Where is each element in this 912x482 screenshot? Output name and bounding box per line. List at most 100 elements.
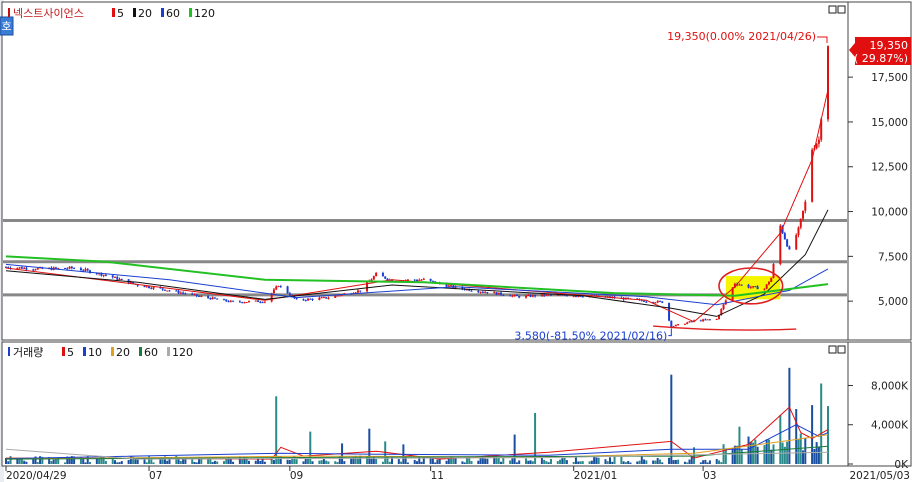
volume-bar xyxy=(350,458,353,464)
candle-body xyxy=(515,294,518,296)
candle-body xyxy=(765,284,768,289)
candle-body xyxy=(198,295,201,297)
volume-bar xyxy=(272,459,275,464)
volume-bar xyxy=(763,445,766,464)
volume-bar xyxy=(118,462,121,464)
volume-bar xyxy=(683,461,686,464)
candle-body xyxy=(534,295,537,297)
candle-body xyxy=(643,300,646,302)
candle-body xyxy=(320,297,323,299)
candle-body xyxy=(54,267,57,269)
volume-bar xyxy=(254,460,257,464)
candle-body xyxy=(168,290,171,292)
volume-bar xyxy=(82,459,85,464)
candle-body xyxy=(263,301,266,303)
volume-bar xyxy=(531,461,534,464)
volume-bar xyxy=(590,460,593,464)
volume-bar xyxy=(318,460,321,464)
volume-bar xyxy=(336,462,339,464)
volume-bar xyxy=(715,459,718,464)
volume-bar xyxy=(463,462,466,464)
candle-body xyxy=(670,320,673,328)
volume-bar xyxy=(211,462,214,464)
volume-bar xyxy=(325,460,328,464)
candle-body xyxy=(191,293,194,295)
current-price-label: 19,350 xyxy=(870,39,909,52)
volume-bar xyxy=(36,462,39,464)
candle-body xyxy=(84,269,87,271)
candle-body xyxy=(213,297,216,299)
volume-bar xyxy=(581,461,584,464)
candle-body xyxy=(356,290,359,293)
volume-legend-label: 60 xyxy=(144,346,158,359)
volume-bar xyxy=(640,456,643,464)
volume-bar xyxy=(406,462,409,464)
price-tick-label: 12,500 xyxy=(871,162,908,174)
volume-bar xyxy=(400,461,403,464)
volume-bar xyxy=(804,437,807,464)
candle-body xyxy=(381,272,384,277)
candle-body xyxy=(148,286,151,288)
volume-bar xyxy=(9,456,12,464)
volume-bar xyxy=(565,460,568,464)
candle-body xyxy=(495,292,498,295)
volume-bar xyxy=(64,462,67,464)
volume-bar xyxy=(559,459,562,464)
volume-legend-label: 5 xyxy=(67,346,74,359)
candle-body xyxy=(23,267,26,269)
candle-body xyxy=(338,295,341,297)
candle-body xyxy=(327,297,330,299)
volume-bar xyxy=(529,460,532,464)
volume-legend-label: 120 xyxy=(172,346,193,359)
candle-body xyxy=(817,139,820,144)
price-title-marker xyxy=(8,8,10,17)
candle-body xyxy=(799,218,802,228)
candle-body xyxy=(802,210,805,219)
candle-body xyxy=(18,267,21,269)
candle-body xyxy=(481,291,484,293)
candle-body xyxy=(241,302,244,304)
volume-bar xyxy=(574,456,577,464)
volume-bar xyxy=(484,458,487,464)
candle-body xyxy=(756,286,759,290)
price-tick-label: 17,500 xyxy=(871,72,908,84)
volume-bar xyxy=(624,462,627,464)
volume-legend-swatch xyxy=(111,347,114,356)
volume-bar xyxy=(627,460,630,464)
candle-body xyxy=(581,296,584,298)
volume-bar xyxy=(113,460,116,464)
volume-legend-label: 20 xyxy=(116,346,130,359)
candle-body xyxy=(788,246,791,250)
volume-bar xyxy=(465,457,468,464)
volume-bar xyxy=(756,446,759,464)
candle-body xyxy=(193,294,196,296)
volume-bar xyxy=(622,461,625,464)
x-tick-label: 03 xyxy=(703,470,716,482)
candle-body xyxy=(708,319,711,321)
volume-bar xyxy=(311,461,314,464)
price-tick-label: 15,000 xyxy=(871,117,908,129)
candle-body xyxy=(302,299,305,301)
volume-bar xyxy=(216,461,219,464)
volume-bar xyxy=(436,459,439,464)
x-tick-label: 2021/01 xyxy=(574,470,618,482)
volume-bar xyxy=(597,457,600,464)
candle-body xyxy=(227,301,230,303)
volume-bar xyxy=(740,449,743,464)
candle-body xyxy=(225,299,228,302)
candle-body xyxy=(416,280,418,282)
candle-body xyxy=(243,302,246,304)
candle-body xyxy=(527,295,530,297)
volume-bar xyxy=(572,461,575,464)
candle-body xyxy=(318,297,321,300)
price-legend-label: 60 xyxy=(166,7,180,20)
volume-legend-swatch xyxy=(139,347,142,356)
candle-body xyxy=(200,296,203,298)
volume-bar xyxy=(645,460,648,464)
candle-body xyxy=(113,276,116,278)
volume-bar xyxy=(688,459,691,464)
volume-tick-label: 4,000K xyxy=(871,420,909,432)
candle-body xyxy=(247,301,250,303)
candle-body xyxy=(738,284,741,286)
candle-body xyxy=(20,267,23,269)
